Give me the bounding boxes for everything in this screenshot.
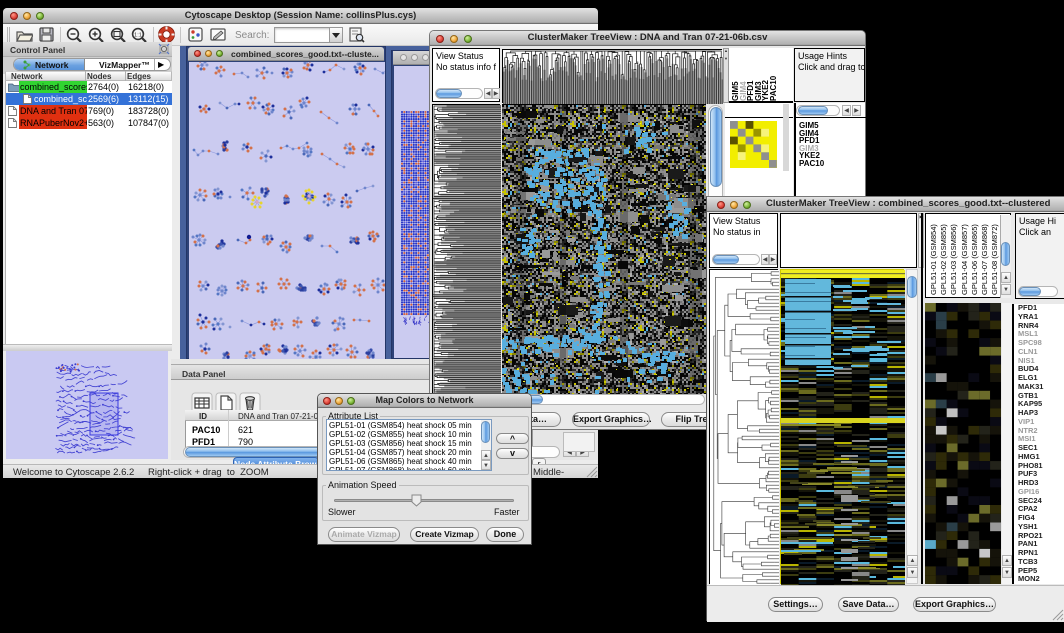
svg-text:1:1: 1:1 — [134, 33, 142, 39]
